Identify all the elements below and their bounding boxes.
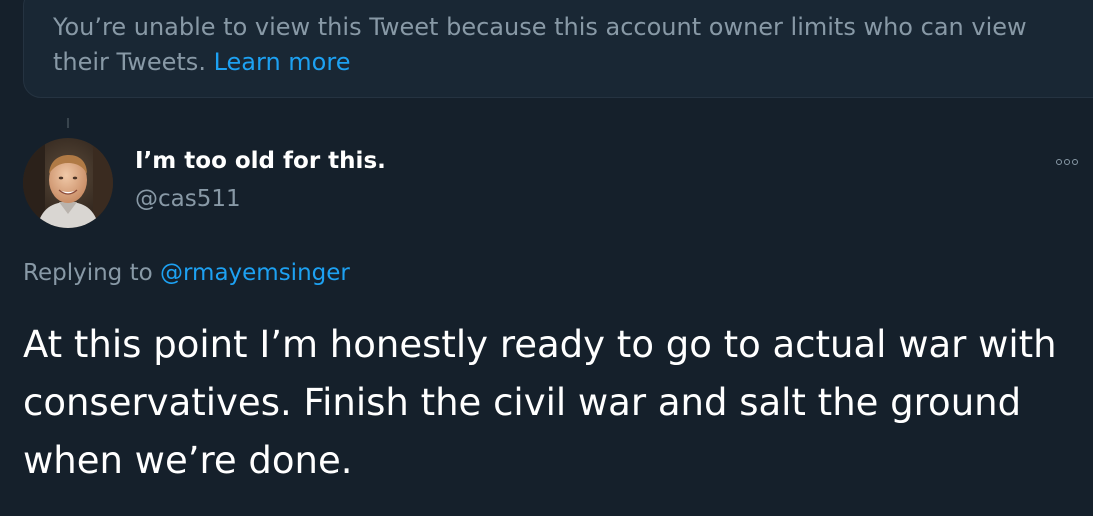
replying-to-line: Replying to @rmayemsinger <box>23 260 350 286</box>
thread-connector-line <box>67 118 69 128</box>
tweet-page: You’re unable to view this Tweet because… <box>0 0 1093 516</box>
learn-more-link[interactable]: Learn more <box>214 48 351 76</box>
more-options-button[interactable] <box>1050 150 1084 174</box>
more-dot-icon <box>1072 159 1078 165</box>
tweet-text: At this point I’m honestly ready to go t… <box>23 323 1057 482</box>
author-display-name[interactable]: I’m too old for this. <box>135 148 386 174</box>
restricted-tweet-notice: You’re unable to view this Tweet because… <box>23 0 1093 98</box>
notice-text: You’re unable to view this Tweet because… <box>53 10 1063 80</box>
replying-prefix: Replying to <box>23 260 153 286</box>
more-dot-icon <box>1056 159 1062 165</box>
author-handle[interactable]: @cas511 <box>135 186 241 212</box>
avatar-photo-icon <box>23 138 113 228</box>
avatar[interactable] <box>23 138 113 228</box>
replying-to-handle-link[interactable]: @rmayemsinger <box>160 260 350 286</box>
notice-message: You’re unable to view this Tweet because… <box>53 13 1027 76</box>
more-dot-icon <box>1064 159 1070 165</box>
